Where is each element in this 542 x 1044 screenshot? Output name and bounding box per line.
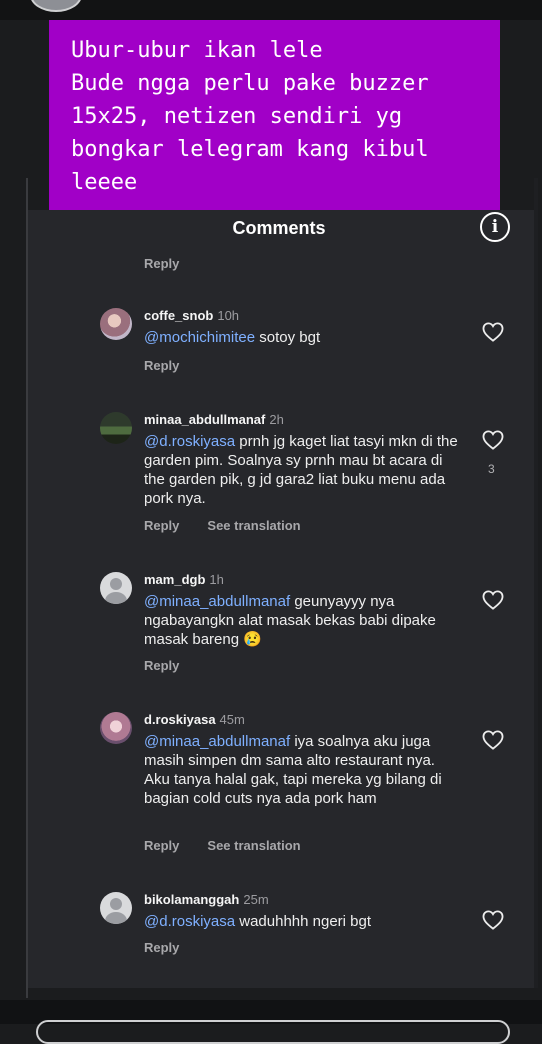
comment-actions: Reply (144, 658, 179, 673)
comment-body: sotoy bgt (255, 329, 321, 346)
avatar[interactable] (100, 712, 132, 744)
story-author-avatar[interactable] (30, 0, 82, 12)
comment-header: minaa_abdullmanaf 2h (144, 412, 284, 427)
comment-username[interactable]: minaa_abdullmanaf (144, 412, 265, 427)
caption-line: Ubur-ubur ikan lele (71, 38, 323, 63)
comment-text: @d.roskiyasa waduhhhh ngeri bgt (144, 912, 464, 931)
see-translation-button[interactable]: See translation (207, 838, 300, 853)
comment-text: @mochichimitee sotoy bgt (144, 328, 464, 347)
mention-link[interactable]: @mochichimitee (144, 329, 255, 346)
heart-outline-icon[interactable] (482, 730, 506, 752)
comment-header: bikolamanggah 25m (144, 892, 269, 907)
avatar[interactable] (100, 308, 132, 340)
default-avatar-icon[interactable] (100, 572, 132, 604)
mention-link[interactable]: @minaa_abdullmanaf (144, 733, 290, 750)
comment-username[interactable]: bikolamanggah (144, 892, 239, 907)
caption-line: Bude ngga perlu pake buzzer (71, 71, 429, 96)
comment-actions: Reply See translation (144, 518, 301, 533)
heart-outline-icon[interactable] (482, 430, 506, 452)
comment-actions: Reply See translation (144, 838, 301, 853)
panel-edge (534, 178, 538, 988)
reply-button[interactable]: Reply (144, 358, 179, 373)
comments-header: Comments i (28, 210, 534, 250)
comment-header: mam_dgb 1h (144, 572, 224, 587)
comment-text: @minaa_abdullmanaf geunyayyy nya ngabaya… (144, 592, 464, 649)
comment-time: 45m (219, 712, 245, 727)
story-bottom-bar (0, 1000, 542, 1044)
comment-text: @d.roskiyasa prnh jg kaget liat tasyi mk… (144, 432, 464, 508)
comment-header: coffe_snob 10h (144, 308, 239, 323)
heart-outline-icon[interactable] (482, 322, 506, 344)
comment-actions: Reply (144, 940, 179, 955)
caption-line: bongkar lelegram kang kibul (71, 137, 429, 162)
heart-outline-icon[interactable] (482, 590, 506, 612)
comment-username[interactable]: mam_dgb (144, 572, 205, 587)
caption-line: 15x25, netizen sendiri yg (71, 104, 403, 129)
avatar[interactable] (100, 412, 132, 444)
reply-button[interactable]: Reply (144, 838, 179, 853)
see-translation-button[interactable]: See translation (207, 518, 300, 533)
reply-button[interactable]: Reply (144, 658, 179, 673)
comment-header: d.roskiyasa 45m (144, 712, 245, 727)
comment-time: 25m (243, 892, 269, 907)
comment-username[interactable]: d.roskiyasa (144, 712, 216, 727)
default-avatar-icon[interactable] (100, 892, 132, 924)
reply-button[interactable]: Reply (144, 518, 179, 533)
reply-button[interactable]: Reply (144, 940, 179, 955)
mention-link[interactable]: @d.roskiyasa (144, 913, 235, 930)
comment-username[interactable]: coffe_snob (144, 308, 213, 323)
like-count: 3 (488, 462, 495, 476)
comment-time: 1h (209, 572, 224, 587)
comment-text: @minaa_abdullmanaf iya soalnya aku juga … (144, 732, 464, 808)
comments-sheet: Comments i Reply coffe_snob 10h @mochichi… (28, 210, 534, 988)
story-top-bar (0, 0, 542, 20)
comment-actions: Reply (144, 358, 179, 373)
comment-body: waduhhhh ngeri bgt (235, 913, 372, 930)
caption-line: leeee (71, 170, 138, 195)
heart-outline-icon[interactable] (482, 910, 506, 932)
info-icon[interactable]: i (480, 212, 510, 242)
reply-button[interactable]: Reply (144, 256, 179, 271)
comment-time: 10h (217, 308, 240, 323)
mention-link[interactable]: @minaa_abdullmanaf (144, 593, 290, 610)
story-caption: Ubur-ubur ikan lele Bude ngga perlu pake… (49, 20, 500, 210)
comments-title: Comments (232, 218, 326, 238)
mention-link[interactable]: @d.roskiyasa (144, 433, 235, 450)
comment-time: 2h (269, 412, 284, 427)
